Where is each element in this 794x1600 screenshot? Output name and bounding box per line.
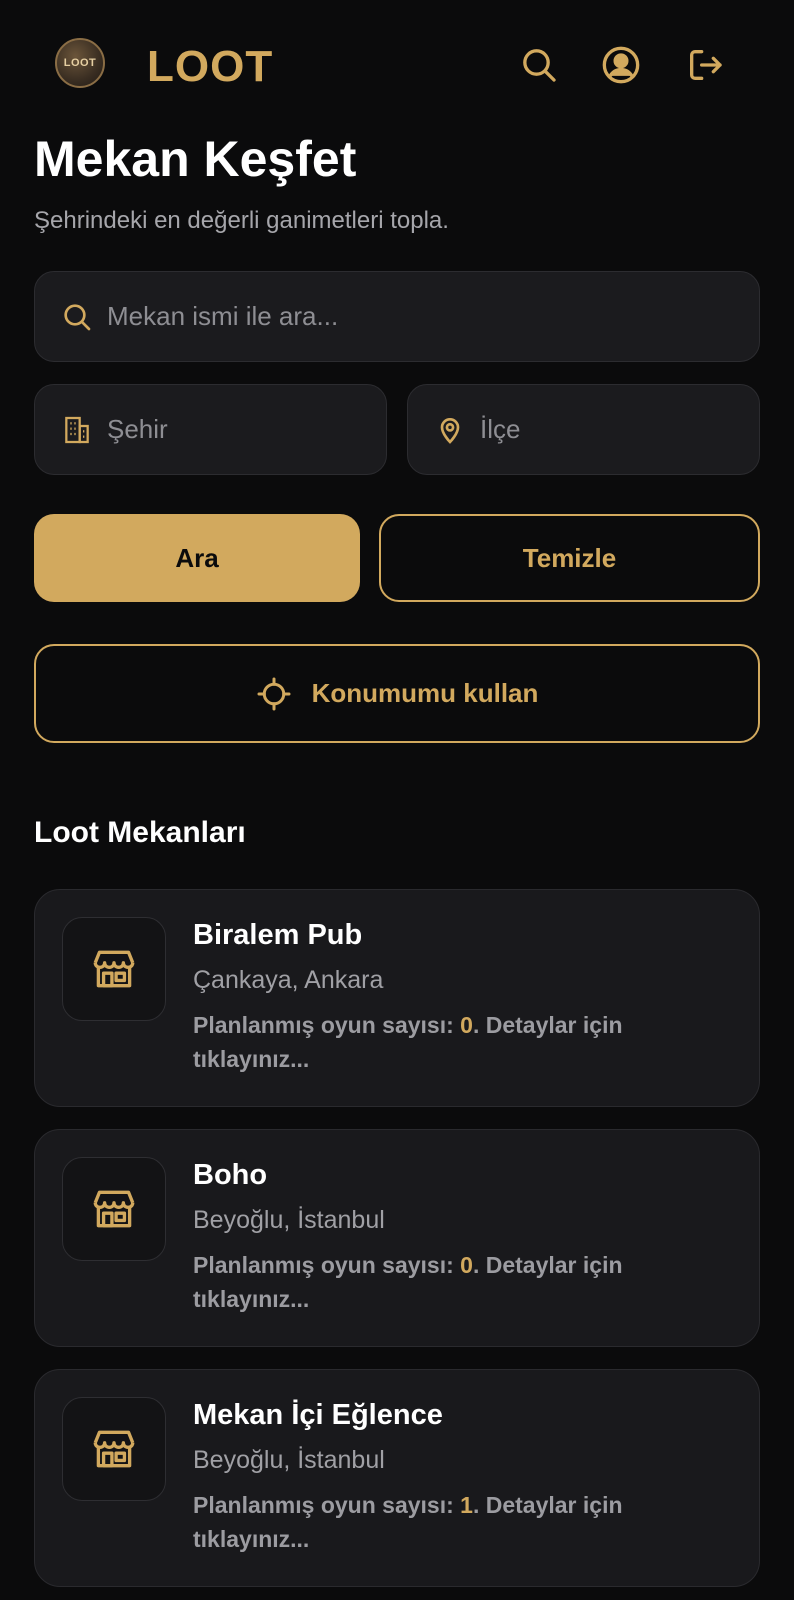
venue-location: Beyoğlu, İstanbul	[193, 1206, 385, 1234]
profile-icon[interactable]	[600, 44, 642, 86]
store-icon	[93, 1430, 135, 1468]
logo-badge[interactable]: LOOT	[55, 38, 105, 88]
search-button[interactable]: Ara	[34, 514, 360, 602]
section-title: Loot Mekanları	[34, 816, 246, 849]
use-location-button[interactable]: Konumumu kullan	[34, 644, 760, 743]
page-subtitle: Şehrindeki en değerli ganimetleri topla.	[34, 207, 449, 234]
venue-info: Planlanmış oyun sayısı: 0. Detaylar için…	[193, 1252, 623, 1312]
venue-info: Planlanmış oyun sayısı: 0. Detaylar için…	[193, 1012, 623, 1072]
search-input[interactable]	[107, 301, 687, 332]
search-icon[interactable]	[518, 44, 560, 86]
venue-location: Çankaya, Ankara	[193, 966, 384, 994]
page-title: Mekan Keşfet	[34, 131, 357, 187]
store-icon	[93, 1190, 135, 1228]
venue-card[interactable]: Boho Beyoğlu, İstanbul Planlanmış oyun s…	[34, 1129, 760, 1347]
store-icon	[93, 950, 135, 988]
venue-thumbnail	[62, 1397, 166, 1501]
city-field[interactable]	[34, 384, 387, 475]
app-header: LOOT LOOT	[0, 0, 794, 130]
venue-info: Planlanmış oyun sayısı: 1. Detaylar için…	[193, 1492, 623, 1552]
venue-name: Biralem Pub	[193, 919, 363, 951]
venue-card[interactable]: Mekan İçi Eğlence Beyoğlu, İstanbul Plan…	[34, 1369, 760, 1587]
venue-name: Mekan İçi Eğlence	[193, 1399, 443, 1431]
logo-text: LOOT	[63, 57, 97, 69]
crosshair-icon	[257, 677, 291, 710]
district-field[interactable]	[407, 384, 760, 475]
search-icon	[61, 301, 93, 333]
building-icon	[61, 414, 93, 446]
venue-card[interactable]: Biralem Pub Çankaya, Ankara Planlanmış o…	[34, 889, 760, 1107]
district-input[interactable]	[480, 414, 759, 445]
venue-name: Boho	[193, 1159, 268, 1191]
search-field[interactable]	[34, 271, 760, 362]
use-location-label: Konumumu kullan	[311, 678, 539, 708]
game-count: 0	[460, 1252, 473, 1278]
brand-title: LOOT	[147, 42, 274, 91]
venue-thumbnail	[62, 1157, 166, 1261]
clear-button[interactable]: Temizle	[379, 514, 760, 602]
game-count: 1	[460, 1492, 473, 1518]
logout-icon[interactable]	[684, 44, 726, 86]
game-count: 0	[460, 1012, 473, 1038]
map-pin-icon	[434, 414, 466, 446]
venue-location: Beyoğlu, İstanbul	[193, 1446, 385, 1474]
city-input[interactable]	[107, 414, 386, 445]
venue-thumbnail	[62, 917, 166, 1021]
